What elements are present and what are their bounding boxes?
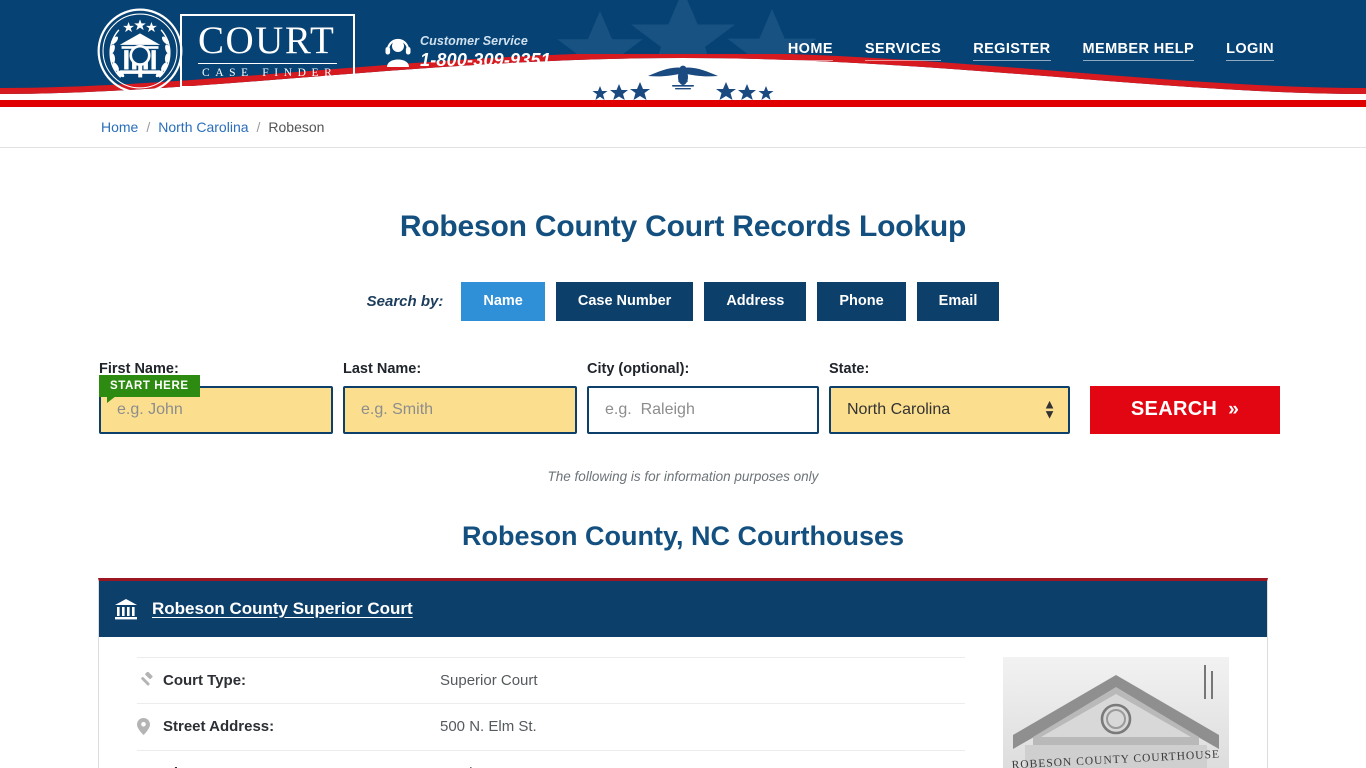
detail-label-street-address: Street Address: (163, 718, 275, 735)
last-name-input[interactable] (343, 385, 577, 434)
last-name-field-group: Last Name: (343, 361, 577, 434)
bank-courthouse-icon (115, 598, 137, 619)
chevron-double-right-icon: » (1228, 398, 1240, 420)
tab-address[interactable]: Address (704, 282, 807, 321)
state-select[interactable]: North Carolina (829, 385, 1070, 434)
main-content: Robeson County Court Records Lookup Sear… (0, 210, 1366, 768)
search-by-tabs: Search by: Name Case Number Address Phon… (0, 282, 1366, 321)
breadcrumb-state[interactable]: North Carolina (158, 119, 248, 135)
map-pin-icon (137, 718, 163, 735)
city-input[interactable] (587, 385, 819, 434)
courthouse-photo: ROBESON COUNTY COURTHOUSE (1003, 656, 1229, 768)
header-red-rule (0, 100, 1366, 107)
tab-phone[interactable]: Phone (817, 282, 906, 321)
search-by-label: Search by: (366, 292, 444, 310)
breadcrumb-county: Robeson (268, 119, 325, 135)
search-form: First Name: Last Name: City (optional): … (0, 361, 1366, 434)
courthouse-photo-image: ROBESON COUNTY COURTHOUSE (1003, 656, 1229, 768)
breadcrumb-home[interactable]: Home (101, 119, 138, 135)
gavel-icon (137, 671, 163, 689)
detail-label-court-type: Court Type: (163, 671, 247, 689)
detail-row-city: City: Lumberton (137, 751, 965, 768)
detail-value-court-type: Superior Court (440, 671, 538, 689)
first-name-field-group: First Name: (99, 361, 333, 434)
court-card-body: Court Type: Superior Court Street Addres… (99, 637, 1267, 768)
tab-case-number[interactable]: Case Number (555, 282, 694, 321)
last-name-label: Last Name: (343, 360, 422, 377)
start-here-badge: START HERE (99, 374, 200, 403)
court-detail-list: Court Type: Superior Court Street Addres… (137, 656, 965, 768)
breadcrumb: Home / North Carolina / Robeson (101, 119, 324, 135)
disclaimer-text: The following is for information purpose… (547, 468, 819, 484)
search-button-label: SEARCH (1130, 398, 1218, 420)
city-field-group: City (optional): (587, 361, 819, 434)
court-card-title[interactable]: Robeson County Superior Court (152, 599, 413, 619)
detail-row-court-type: Court Type: Superior Court (137, 656, 965, 704)
site-header: COURT CASE FINDER Customer Service 1-800… (0, 0, 1366, 100)
breadcrumb-separator-2: / (256, 119, 261, 135)
tab-email[interactable]: Email (916, 282, 1000, 321)
detail-row-street-address: Street Address: 500 N. Elm St. (137, 704, 965, 751)
eagle-stars-icon (592, 65, 774, 100)
breadcrumb-bar: Home / North Carolina / Robeson (0, 107, 1366, 148)
search-form-zone: START HERE First Name: Last Name: City (… (0, 361, 1366, 434)
page-title: Robeson County Court Records Lookup (399, 210, 967, 243)
customer-service-label: Customer Service (420, 34, 528, 48)
tab-name[interactable]: Name (461, 282, 545, 321)
detail-value-street-address: 500 N. Elm St. (440, 718, 537, 735)
state-field-group: State: North Carolina ▲ ▼ (829, 361, 1070, 434)
breadcrumb-separator-1: / (146, 119, 151, 135)
court-card-header[interactable]: Robeson County Superior Court (99, 580, 1267, 637)
city-label: City (optional): (587, 360, 690, 377)
state-label: State: (829, 360, 870, 377)
courthouses-section-title: Robeson County, NC Courthouses (462, 520, 904, 551)
search-button[interactable]: SEARCH » (1090, 385, 1280, 434)
court-card: Robeson County Superior Court Court Type… (98, 577, 1268, 768)
